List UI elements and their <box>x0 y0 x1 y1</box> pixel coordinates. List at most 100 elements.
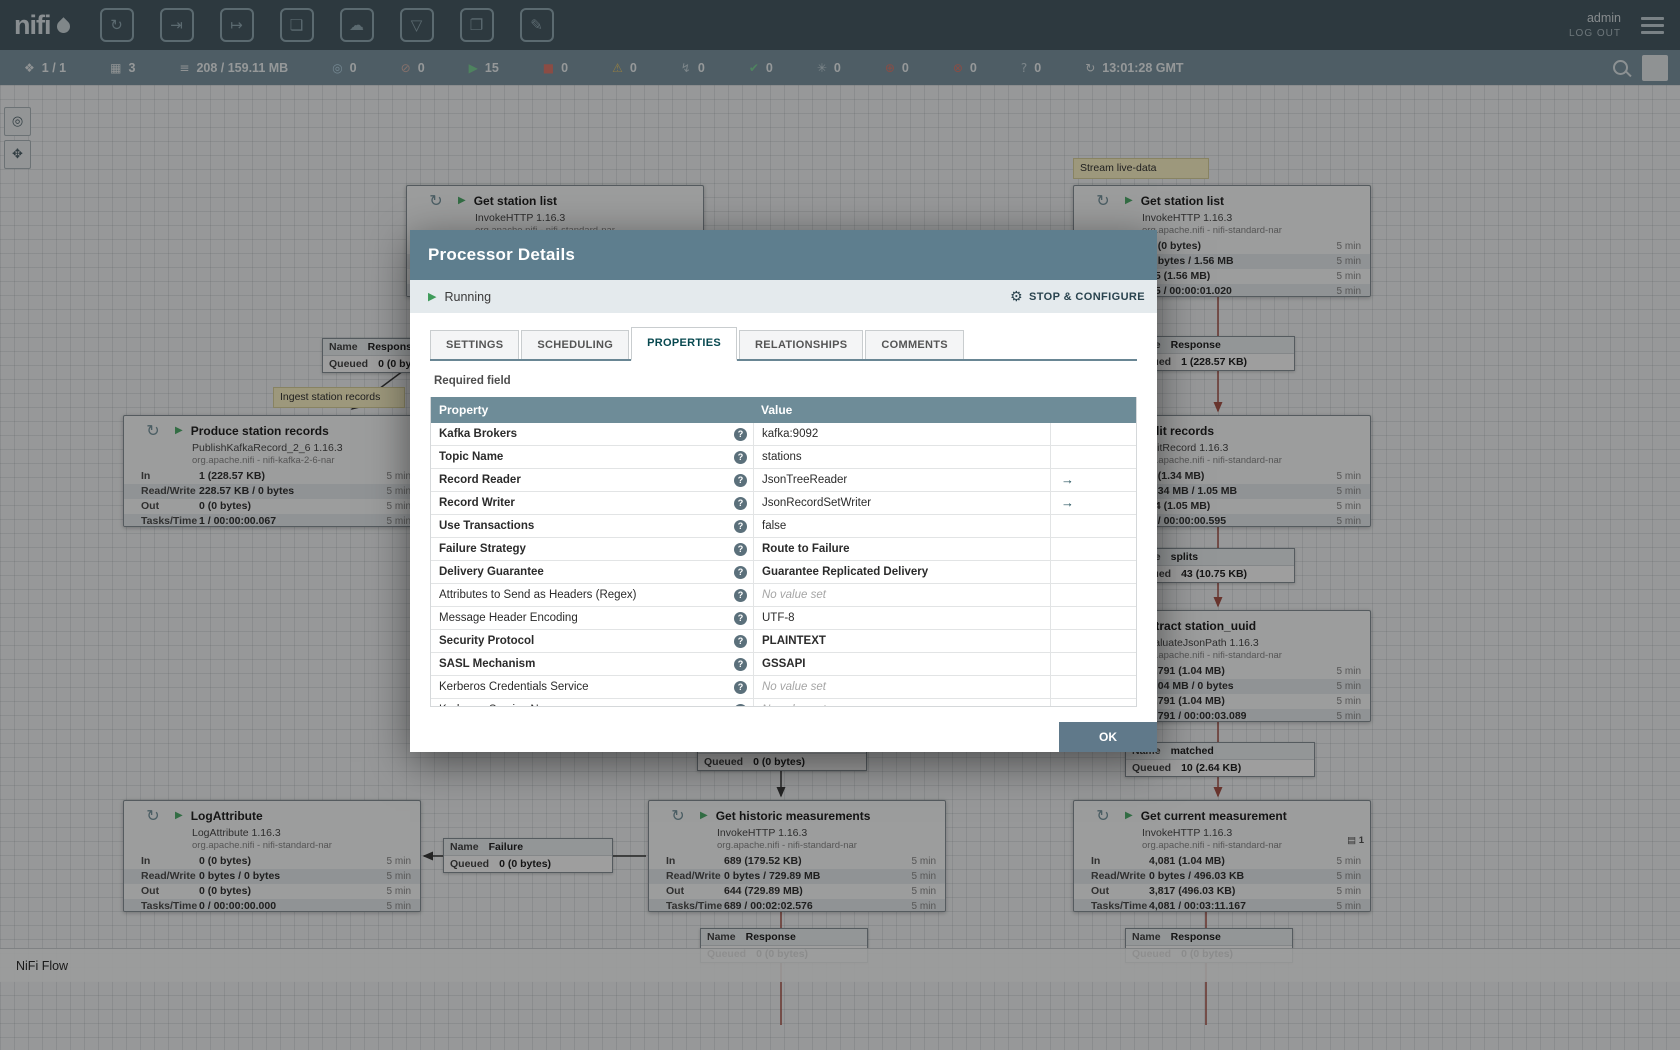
property-actions: → <box>1051 469 1136 491</box>
property-value: No value set <box>754 584 1051 606</box>
ok-button[interactable]: OK <box>1059 722 1157 752</box>
dialog-status-strip: ▶ Running ⚙ STOP & CONFIGURE <box>410 280 1157 313</box>
property-row-kafka-brokers: Kafka Brokers? kafka:9092 <box>431 423 1136 446</box>
property-cell: Delivery Guarantee? <box>431 561 754 583</box>
property-name: Record Reader <box>439 474 521 486</box>
stop-and-configure-button[interactable]: ⚙ STOP & CONFIGURE <box>1010 289 1145 305</box>
gear-icon: ⚙ <box>1010 288 1023 305</box>
property-actions <box>1051 699 1136 706</box>
dialog-title: Processor Details <box>410 230 1157 280</box>
required-field-note: Required field <box>434 375 511 387</box>
go-to-service-icon[interactable]: → <box>1061 495 1074 510</box>
property-value: JsonRecordSetWriter <box>754 492 1051 514</box>
tab-relationships[interactable]: RELATIONSHIPS <box>739 330 864 359</box>
property-value: JsonTreeReader <box>754 469 1051 491</box>
property-cell: Record Writer? <box>431 492 754 514</box>
property-value: UTF-8 <box>754 607 1051 629</box>
property-actions <box>1051 515 1136 537</box>
property-row-record-writer: Record Writer? JsonRecordSetWriter → <box>431 492 1136 515</box>
stop-and-configure-label: STOP & CONFIGURE <box>1028 290 1145 303</box>
property-cell: Message Header Encoding? <box>431 607 754 629</box>
run-state-label: Running <box>444 289 492 304</box>
property-row-record-reader: Record Reader? JsonTreeReader → <box>431 469 1136 492</box>
column-header-actions <box>1060 397 1136 423</box>
property-actions <box>1051 653 1136 675</box>
property-cell: Kerberos Credentials Service? <box>431 676 754 698</box>
dialog-body: SETTINGS SCHEDULING PROPERTIES RELATIONSHIP… <box>410 313 1157 707</box>
property-name: Security Protocol <box>439 635 535 647</box>
column-header-value: Value <box>761 403 793 417</box>
property-value: Route to Failure <box>754 538 1051 560</box>
property-name: Delivery Guarantee <box>439 566 544 578</box>
processor-details-dialog: Processor Details ▶ Running ⚙ STOP & CON… <box>410 230 1157 752</box>
property-name: SASL Mechanism <box>439 658 536 670</box>
property-cell: Security Protocol? <box>431 630 754 652</box>
property-actions <box>1051 630 1136 652</box>
property-value: No value set <box>754 699 1051 706</box>
property-row-delivery-guarantee: Delivery Guarantee? Guarantee Replicated … <box>431 561 1136 584</box>
dialog-tabs: SETTINGS SCHEDULING PROPERTIES RELATIONSHIP… <box>430 327 1137 361</box>
tab-comments[interactable]: COMMENTS <box>865 330 964 359</box>
property-cell: Topic Name? <box>431 446 754 468</box>
tab-properties[interactable]: PROPERTIES <box>631 327 738 361</box>
property-actions <box>1051 561 1136 583</box>
property-actions <box>1051 676 1136 698</box>
property-name: Topic Name <box>439 451 504 463</box>
property-row-kerberos-service-name: Kerberos Service Name?No value set <box>431 699 1136 706</box>
property-cell: Kafka Brokers? <box>431 423 754 445</box>
help-icon[interactable]: ? <box>734 588 747 602</box>
property-name: Use Transactions <box>439 520 535 532</box>
property-row-failure-strategy: Failure Strategy? Route to Failure <box>431 538 1136 561</box>
property-row-sasl-mechanism: SASL Mechanism? GSSAPI <box>431 653 1136 676</box>
help-icon[interactable]: ? <box>734 427 747 441</box>
property-name: Failure Strategy <box>439 543 526 555</box>
property-cell: SASL Mechanism? <box>431 653 754 675</box>
property-actions <box>1051 446 1136 468</box>
property-actions <box>1051 538 1136 560</box>
property-value: false <box>754 515 1051 537</box>
property-name: Kerberos Service Name <box>439 704 734 706</box>
property-row-security-protocol: Security Protocol? PLAINTEXT <box>431 630 1136 653</box>
property-row-use-transactions: Use Transactions? false <box>431 515 1136 538</box>
help-icon[interactable]: ? <box>734 611 747 625</box>
help-icon[interactable]: ? <box>734 542 747 556</box>
help-icon[interactable]: ? <box>734 519 747 533</box>
help-icon[interactable]: ? <box>734 634 747 648</box>
property-actions <box>1051 584 1136 606</box>
property-actions <box>1051 423 1136 445</box>
help-icon[interactable]: ? <box>734 450 747 464</box>
property-cell: Record Reader? <box>431 469 754 491</box>
property-row-message-header-encoding: Message Header Encoding? UTF-8 <box>431 607 1136 630</box>
running-status-icon: ▶ <box>428 290 437 303</box>
tab-scheduling[interactable]: SCHEDULING <box>521 330 630 359</box>
help-icon[interactable]: ? <box>734 703 747 706</box>
help-icon[interactable]: ? <box>734 680 747 694</box>
help-icon[interactable]: ? <box>734 473 747 487</box>
property-value: kafka:9092 <box>754 423 1051 445</box>
column-header-property: Property <box>439 403 489 417</box>
help-icon[interactable]: ? <box>734 496 747 510</box>
property-row-attributes-to-send-as-headers-regex: Attributes to Send as Headers (Regex)? No… <box>431 584 1136 607</box>
property-row-topic-name: Topic Name? stations <box>431 446 1136 469</box>
property-value: No value set <box>754 676 1051 698</box>
property-value: Guarantee Replicated Delivery <box>754 561 1051 583</box>
help-icon[interactable]: ? <box>734 657 747 671</box>
property-cell: Attributes to Send as Headers (Regex)? <box>431 584 754 606</box>
property-name: Kerberos Credentials Service <box>439 681 589 693</box>
properties-table: Property Value Kafka Brokers? kafka:9092 T… <box>430 397 1137 707</box>
property-cell: Kerberos Service Name? <box>431 699 754 706</box>
property-name: Kafka Brokers <box>439 428 517 440</box>
property-name: Attributes to Send as Headers (Regex) <box>439 589 637 601</box>
nifi-app: nifi ↻ ⇥ ↦ ❏ ☁ ▽ ❐ ✎ admin LOG OUT ❖ 1 / 1 ▦ 3 ≡ 208… <box>0 0 1680 1050</box>
property-actions: → <box>1051 492 1136 514</box>
property-actions <box>1051 607 1136 629</box>
property-name: Record Writer <box>439 497 515 509</box>
go-to-service-icon[interactable]: → <box>1061 472 1074 487</box>
properties-table-header: Property Value <box>431 397 1136 423</box>
property-cell: Use Transactions? <box>431 515 754 537</box>
property-name: Message Header Encoding <box>439 612 578 624</box>
property-value: PLAINTEXT <box>754 630 1051 652</box>
tab-settings[interactable]: SETTINGS <box>430 330 520 359</box>
help-icon[interactable]: ? <box>734 565 747 579</box>
properties-rows: Kafka Brokers? kafka:9092 Topic Name? stati… <box>431 423 1136 706</box>
